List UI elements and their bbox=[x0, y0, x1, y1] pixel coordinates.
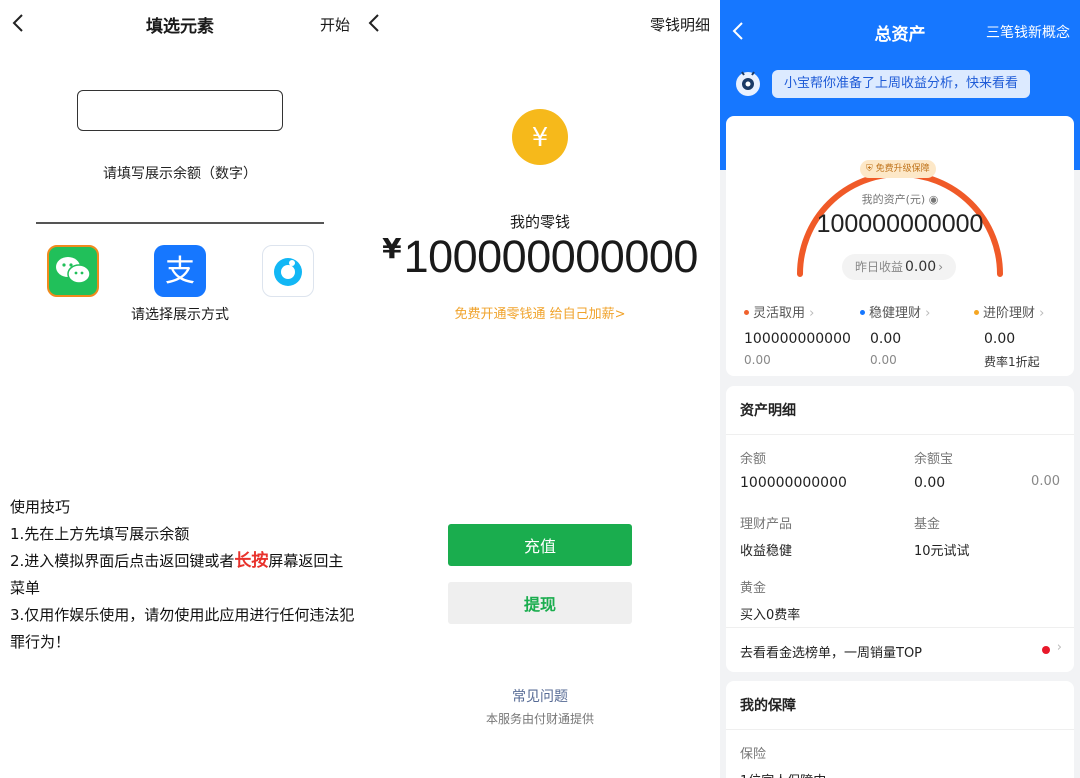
cell-value: 100000000000 bbox=[740, 475, 847, 491]
cell-key: 余额宝 bbox=[914, 452, 954, 467]
balance-amount: ¥100000000000 bbox=[360, 231, 720, 283]
yesterday-label: 昨日收益 bbox=[855, 260, 904, 274]
column-subvalue: 0.00 bbox=[744, 353, 771, 367]
element-setup-screen: 填选元素 开始 请填写展示余额（数字） 支 请选择展示方式 使用技巧 1.先在上… bbox=[0, 0, 360, 778]
fund-cell[interactable]: 基金 10元试试 bbox=[914, 513, 970, 559]
insurance-cell[interactable]: 保险 1位家人保障中 bbox=[740, 743, 826, 778]
dot-icon bbox=[860, 310, 865, 315]
asset-detail-card: 资产明细 余额 100000000000 余额宝 0.00 0.00 理财产品 … bbox=[726, 386, 1074, 672]
cell-key: 黄金 bbox=[740, 581, 767, 596]
divider bbox=[726, 434, 1074, 435]
cell-key: 理财产品 bbox=[740, 517, 793, 532]
usage-tips: 使用技巧 1.先在上方先填写展示余额 2.进入模拟界面后点击返回键或者长按屏幕返… bbox=[10, 494, 355, 656]
my-assets-value: 100000000000 bbox=[816, 210, 984, 238]
cell-key: 余额 bbox=[740, 452, 767, 467]
upgrade-protection-badge[interactable]: ⛨ 免费升级保障 bbox=[860, 160, 936, 178]
weekly-earnings-banner[interactable]: 小宝帮你准备了上周收益分析，快来看看 bbox=[772, 70, 1031, 98]
column-value: 100000000000 bbox=[744, 331, 851, 347]
three-money-concept-link[interactable]: 三笔钱新概念 bbox=[986, 22, 1070, 42]
start-button[interactable]: 开始 bbox=[320, 14, 350, 35]
balance-input[interactable] bbox=[77, 90, 283, 131]
cell-value: 1位家人保障中 bbox=[740, 770, 826, 778]
yesterday-value: 0.00 bbox=[905, 259, 937, 275]
chevron-right-icon: › bbox=[938, 260, 943, 274]
tip-2-text: 2.进入模拟界面后点击返回键或者 bbox=[10, 552, 235, 570]
chevron-right-icon: › bbox=[1039, 306, 1045, 321]
tip-2: 2.进入模拟界面后点击返回键或者长按屏幕返回主菜单 bbox=[10, 548, 355, 602]
cell-key: 保险 bbox=[740, 747, 767, 762]
change-details-link[interactable]: 零钱明细 bbox=[650, 14, 710, 35]
tip-1: 1.先在上方先填写展示余额 bbox=[10, 525, 190, 543]
column-name: 灵活取用 bbox=[753, 306, 806, 321]
recharge-button[interactable]: 充值 bbox=[448, 524, 632, 566]
divider bbox=[726, 627, 1074, 628]
chevron-right-icon: › bbox=[1056, 640, 1062, 655]
yesterday-earnings-pill[interactable]: 昨日收益 0.00 › bbox=[842, 254, 956, 280]
dot-icon bbox=[744, 310, 749, 315]
svg-text:¥: ¥ bbox=[532, 123, 549, 153]
balance-input-hint: 请填写展示余额（数字） bbox=[103, 166, 257, 182]
qq-wallet-icon bbox=[274, 258, 302, 286]
column-value: 0.00 bbox=[984, 331, 1016, 347]
alipay-icon: 支 bbox=[165, 254, 195, 289]
badge-text: 免费升级保障 bbox=[875, 164, 930, 174]
chevron-right-icon: › bbox=[809, 306, 815, 321]
column-name: 稳健理财 bbox=[869, 306, 922, 321]
total-assets-card: ⛨ 免费升级保障 我的资产(元) ◉ 100000000000 昨日收益 0.00… bbox=[726, 116, 1074, 376]
column-advanced[interactable]: 进阶理财 › 0.00 费率1折起 bbox=[974, 302, 1080, 370]
balance-value: 100000000000 bbox=[403, 231, 699, 282]
column-subvalue: 费率1折起 bbox=[984, 355, 1040, 369]
service-provider-note: 本服务由付财通提供 bbox=[485, 712, 594, 726]
tips-title: 使用技巧 bbox=[10, 498, 71, 516]
my-assets-label: 我的资产(元) ◉ bbox=[726, 191, 1074, 207]
page-title: 填选元素 bbox=[146, 17, 214, 37]
wechat-wallet-screen: 零钱明细 ¥ 我的零钱 ¥100000000000 免费开通零钱通 给自己加薪>… bbox=[360, 0, 720, 778]
yuan-coin-icon: ¥ bbox=[512, 109, 568, 165]
wechat-option[interactable] bbox=[47, 245, 99, 297]
withdraw-button[interactable]: 提现 bbox=[448, 582, 632, 624]
wechat-icon bbox=[56, 257, 91, 284]
faq-link[interactable]: 常见问题 bbox=[360, 686, 720, 706]
alipay-total-assets-screen: 总资产 三笔钱新概念 小宝帮你准备了上周收益分析，快来看看 ⛨ 免费升级保障 我… bbox=[720, 0, 1080, 778]
back-arrow-icon[interactable] bbox=[362, 10, 388, 36]
column-subvalue: 0.00 bbox=[870, 353, 897, 367]
tip-3: 3.仅用作娱乐使用，请勿使用此应用进行任何违法犯罪行为！ bbox=[10, 606, 355, 651]
divider bbox=[726, 729, 1074, 730]
section-title: 资产明细 bbox=[740, 403, 796, 419]
svg-text:支: 支 bbox=[165, 254, 195, 289]
column-value: 0.00 bbox=[870, 331, 902, 347]
currency-symbol: ¥ bbox=[382, 232, 402, 265]
eye-icon[interactable]: ◉ bbox=[929, 193, 939, 206]
divider bbox=[36, 222, 324, 224]
column-name: 进阶理财 bbox=[983, 306, 1036, 321]
balance-label: 我的零钱 bbox=[509, 213, 570, 231]
gold-cell[interactable]: 黄金 买入0费率 bbox=[740, 577, 800, 623]
chevron-right-icon: › bbox=[925, 306, 931, 321]
my-protection-card: 我的保障 保险 1位家人保障中 bbox=[726, 681, 1074, 778]
cell-value: 0.00 bbox=[914, 475, 946, 491]
section-title: 我的保障 bbox=[740, 698, 796, 714]
mascot-icon bbox=[736, 71, 760, 96]
cell-value: 买入0费率 bbox=[740, 608, 801, 623]
column-stable[interactable]: 稳健理财 › 0.00 0.00 bbox=[860, 302, 976, 367]
top-picks-row[interactable]: 去看看金选榜单，一周销量TOP › bbox=[740, 640, 1062, 661]
yuebao-earnings: 0.00 bbox=[1031, 474, 1060, 489]
display-mode-hint: 请选择展示方式 bbox=[131, 307, 229, 323]
alipay-option[interactable]: 支 bbox=[154, 245, 206, 297]
my-assets-label-text: 我的资产(元) bbox=[861, 193, 926, 206]
notification-dot bbox=[1042, 646, 1050, 654]
yuebao-cell[interactable]: 余额宝 0.00 bbox=[914, 448, 953, 491]
tip-2-highlight: 长按 bbox=[234, 551, 269, 571]
cell-key: 基金 bbox=[914, 517, 941, 532]
cell-value: 10元试试 bbox=[914, 544, 970, 559]
wealth-products-cell[interactable]: 理财产品 收益稳健 bbox=[740, 513, 792, 559]
qq-wallet-option[interactable] bbox=[262, 245, 314, 297]
cell-value: 收益稳健 bbox=[740, 544, 793, 559]
top-picks-text: 去看看金选榜单，一周销量TOP bbox=[740, 646, 923, 661]
column-flexible[interactable]: 灵活取用 › 100000000000 0.00 bbox=[744, 302, 860, 367]
promo-link[interactable]: 免费开通零钱通 给自己加薪> bbox=[360, 303, 720, 322]
balance-cell[interactable]: 余额 100000000000 bbox=[740, 448, 847, 491]
dot-icon bbox=[974, 310, 979, 315]
